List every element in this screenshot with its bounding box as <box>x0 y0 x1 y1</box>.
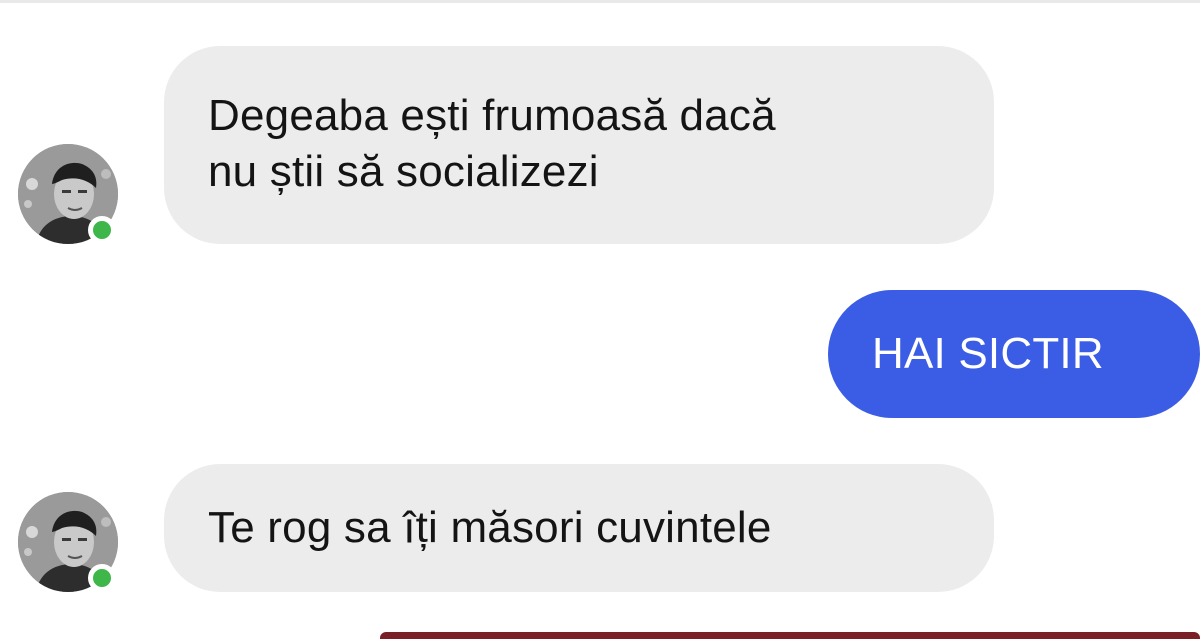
incoming-message-bubble[interactable]: Degeaba ești frumoasă dacă nu știi să so… <box>164 46 994 244</box>
message-text: HAI SICTIR <box>872 329 1104 378</box>
incoming-message-bubble[interactable]: Te rog sa îți măsori cuvintele <box>164 464 994 592</box>
message-text-line: nu știi să socializezi <box>208 147 599 196</box>
message-text-line: Degeaba ești frumoasă dacă <box>208 91 776 140</box>
online-status-dot <box>88 564 116 592</box>
next-message-edge <box>380 632 1200 639</box>
online-status-dot <box>88 216 116 244</box>
sender-avatar[interactable] <box>18 492 118 592</box>
message-text: Te rog sa îți măsori cuvintele <box>208 503 772 552</box>
outgoing-message-bubble[interactable]: HAI SICTIR <box>828 290 1200 418</box>
sender-avatar[interactable] <box>18 144 118 244</box>
top-divider <box>0 0 1200 3</box>
